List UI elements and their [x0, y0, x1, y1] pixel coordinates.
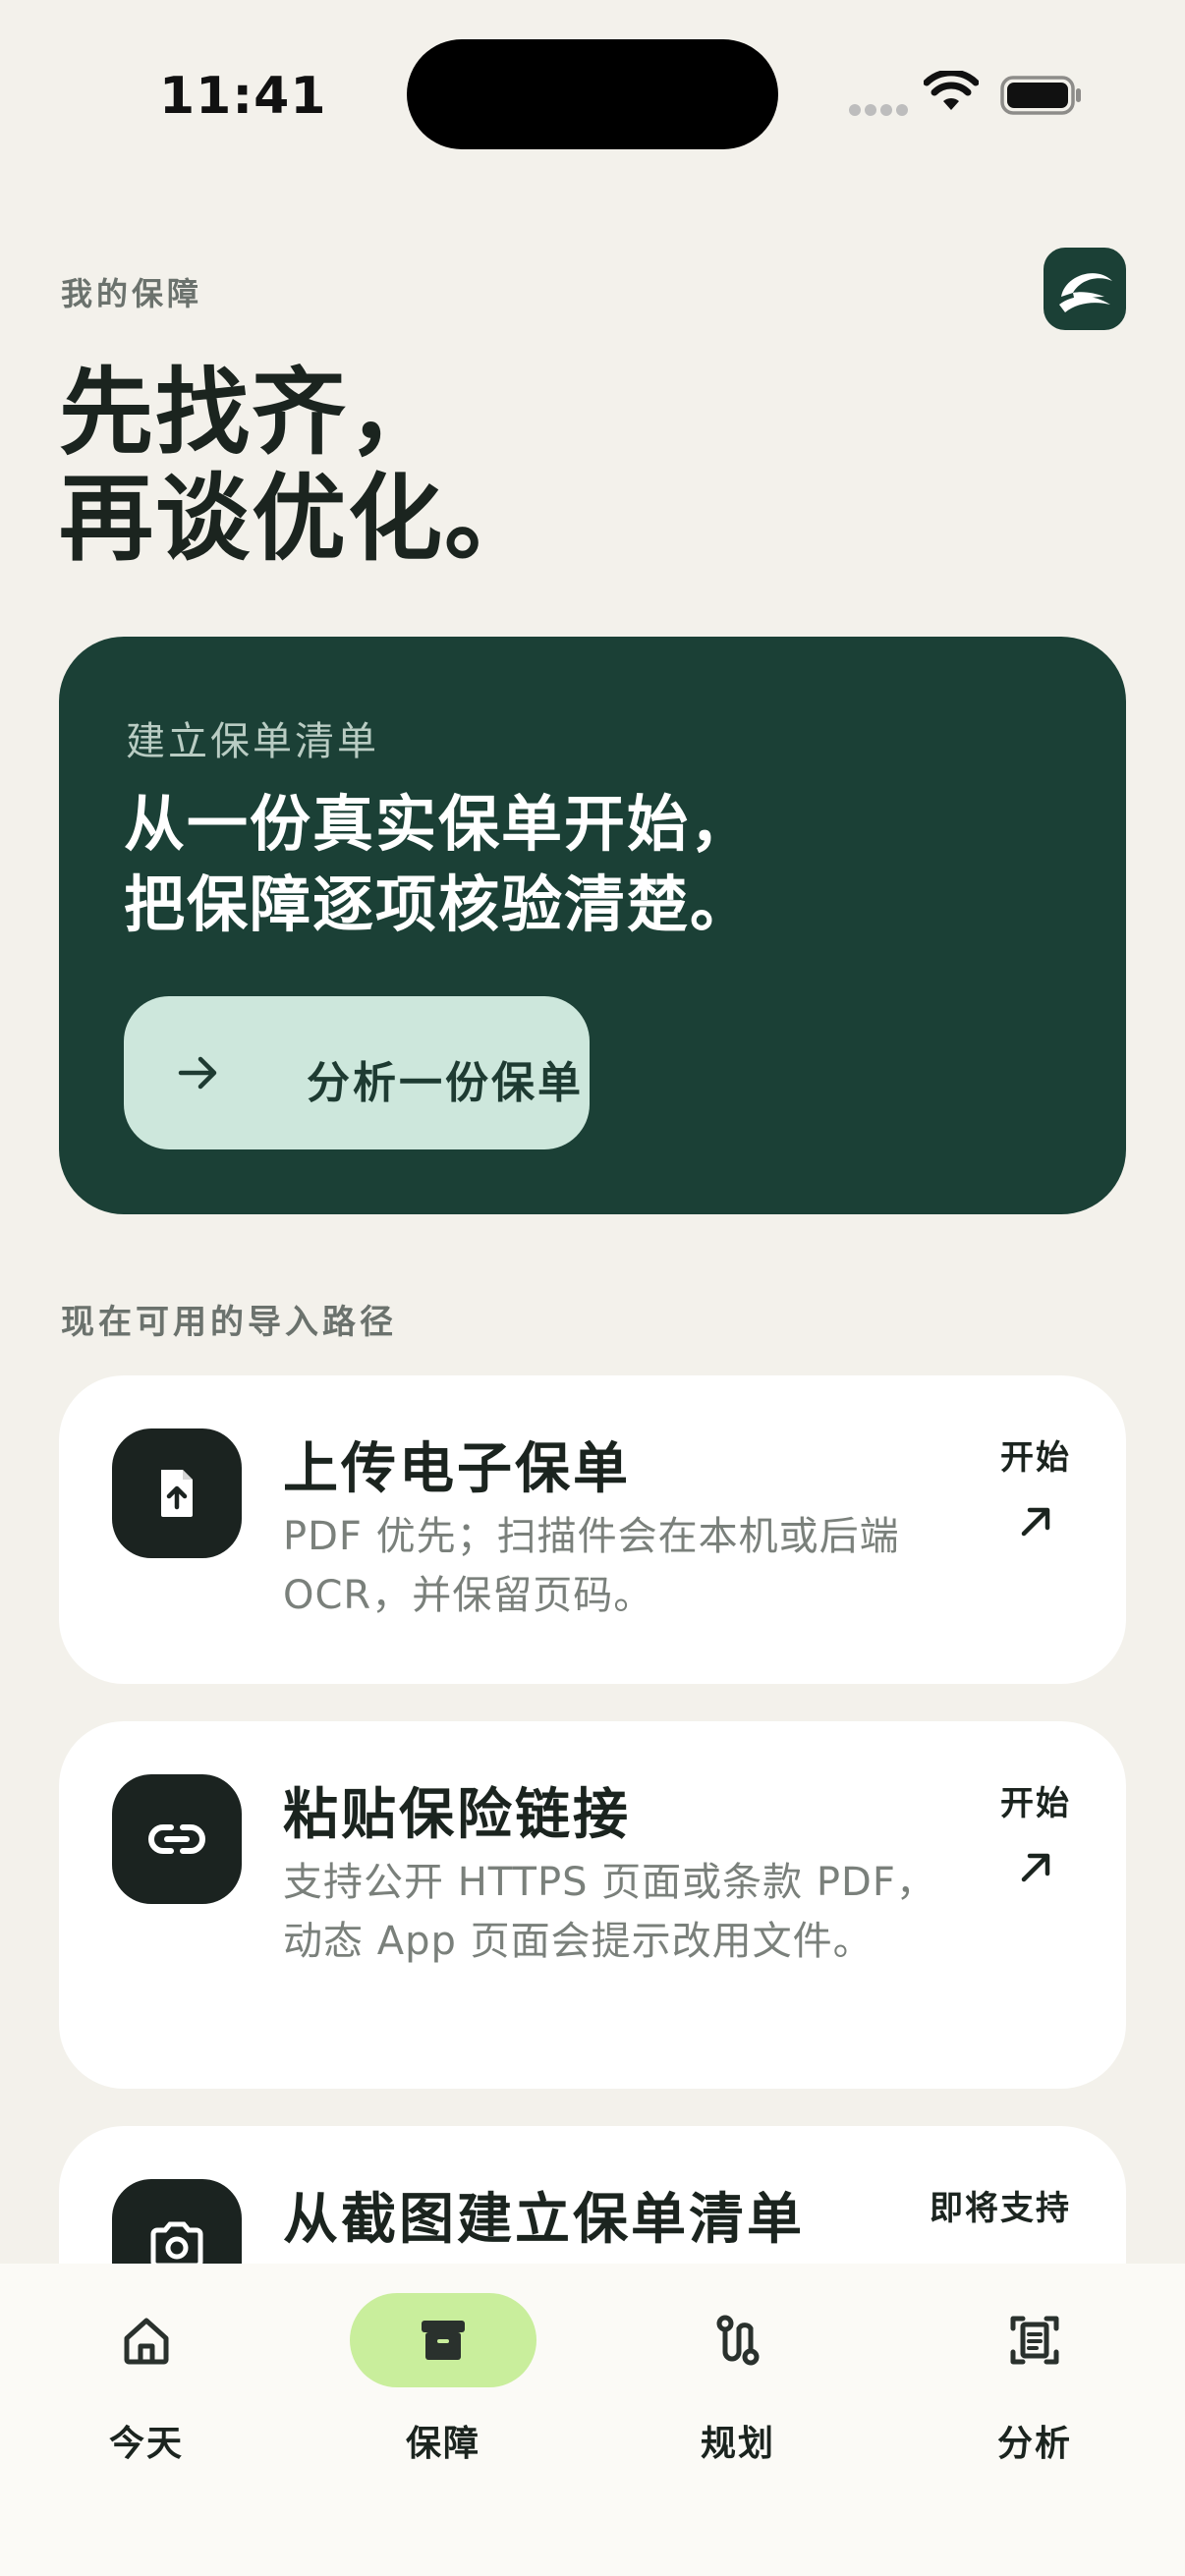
- section-label-import-paths: 现在可用的导入路径: [61, 1303, 397, 1342]
- hero-title-line-1: 从一份真实保单开始，: [124, 788, 754, 860]
- headline-line-2: 再谈优化。: [59, 464, 540, 574]
- tab-label: 今天: [108, 2424, 184, 2464]
- option-action-label: 开始: [1000, 1438, 1071, 1478]
- option-action-label: 即将支持: [930, 2189, 1071, 2228]
- home-icon: [124, 2318, 169, 2365]
- tab-pill: [645, 2293, 831, 2387]
- status-bar: 11:41: [0, 0, 1185, 187]
- analyze-policy-button[interactable]: 分析一份保单: [124, 996, 590, 1149]
- insurance-screen: 11:41 我的保障 先找齐， 再谈优化。 建立保单清单 从一份真实保单开始， …: [0, 0, 1185, 2576]
- upload-icon-tile: [112, 1428, 242, 1558]
- option-description: PDF 优先；扫描件会在本机或后端 OCR，并保留页码。: [283, 1514, 900, 1618]
- tab-label: 保障: [405, 2424, 480, 2464]
- tab-pill: [941, 2293, 1128, 2387]
- option-paste-link[interactable]: 粘贴保险链接 支持公开 HTTPS 页面或条款 PDF，动态 App 页面会提示…: [59, 1721, 1126, 2089]
- archive-icon: [422, 2321, 465, 2360]
- link-icon-tile: [112, 1774, 242, 1904]
- option-action-label: 开始: [1000, 1784, 1071, 1823]
- option-start-button[interactable]: 开始: [1000, 1430, 1071, 1541]
- analyze-policy-label: 分析一份保单: [307, 1058, 584, 1108]
- file-upload-icon: [161, 1470, 193, 1517]
- wifi-icon: [924, 71, 979, 110]
- option-title: 粘贴保险链接: [283, 1783, 631, 1847]
- arrow-right-icon: [178, 1056, 217, 1090]
- logo-wave-icon: [1059, 273, 1112, 312]
- headline-line-1: 先找齐，: [59, 358, 444, 468]
- tab-bar: 今天 保障 规划 分析: [0, 2264, 1185, 2576]
- route-icon: [716, 2315, 760, 2366]
- option-title: 从截图建立保单清单: [283, 2188, 805, 2252]
- page-eyebrow: 我的保障: [61, 275, 203, 312]
- document-scan-icon: [1010, 2316, 1059, 2365]
- tab-today[interactable]: 今天: [53, 2293, 250, 2490]
- hero-title: 从一份真实保单开始， 把保障逐项核验清楚。: [124, 784, 753, 945]
- app-logo[interactable]: [1044, 248, 1126, 330]
- tab-analysis[interactable]: 分析: [941, 2293, 1138, 2490]
- arrow-up-right-icon: [1021, 1853, 1050, 1882]
- hero-title-line-2: 把保障逐项核验清楚。: [124, 868, 754, 940]
- option-upload-policy[interactable]: 上传电子保单 PDF 优先；扫描件会在本机或后端 OCR，并保留页码。 开始: [59, 1375, 1126, 1684]
- option-start-button[interactable]: 开始: [1000, 1776, 1071, 1887]
- tab-planning[interactable]: 规划: [645, 2293, 841, 2490]
- tab-label: 规划: [700, 2424, 775, 2464]
- hero-eyebrow: 建立保单清单: [126, 719, 379, 764]
- dynamic-island: [407, 39, 778, 149]
- tab-coverage[interactable]: 保障: [350, 2293, 546, 2490]
- cellular-signal-icon: [849, 104, 908, 116]
- tab-label: 分析: [996, 2424, 1072, 2464]
- tab-pill: [53, 2293, 240, 2387]
- hero-card: 建立保单清单 从一份真实保单开始， 把保障逐项核验清楚。 分析一份保单: [59, 637, 1126, 1214]
- battery-icon: [1000, 76, 1081, 115]
- status-time: 11:41: [159, 67, 327, 126]
- link-icon: [148, 1824, 205, 1854]
- option-description: 支持公开 HTTPS 页面或条款 PDF，动态 App 页面会提示改用文件。: [283, 1860, 936, 1964]
- option-title: 上传电子保单: [283, 1437, 631, 1501]
- arrow-up-right-icon: [1021, 1507, 1050, 1537]
- tab-pill-active: [350, 2293, 536, 2387]
- page-headline: 先找齐， 再谈优化。: [59, 360, 540, 572]
